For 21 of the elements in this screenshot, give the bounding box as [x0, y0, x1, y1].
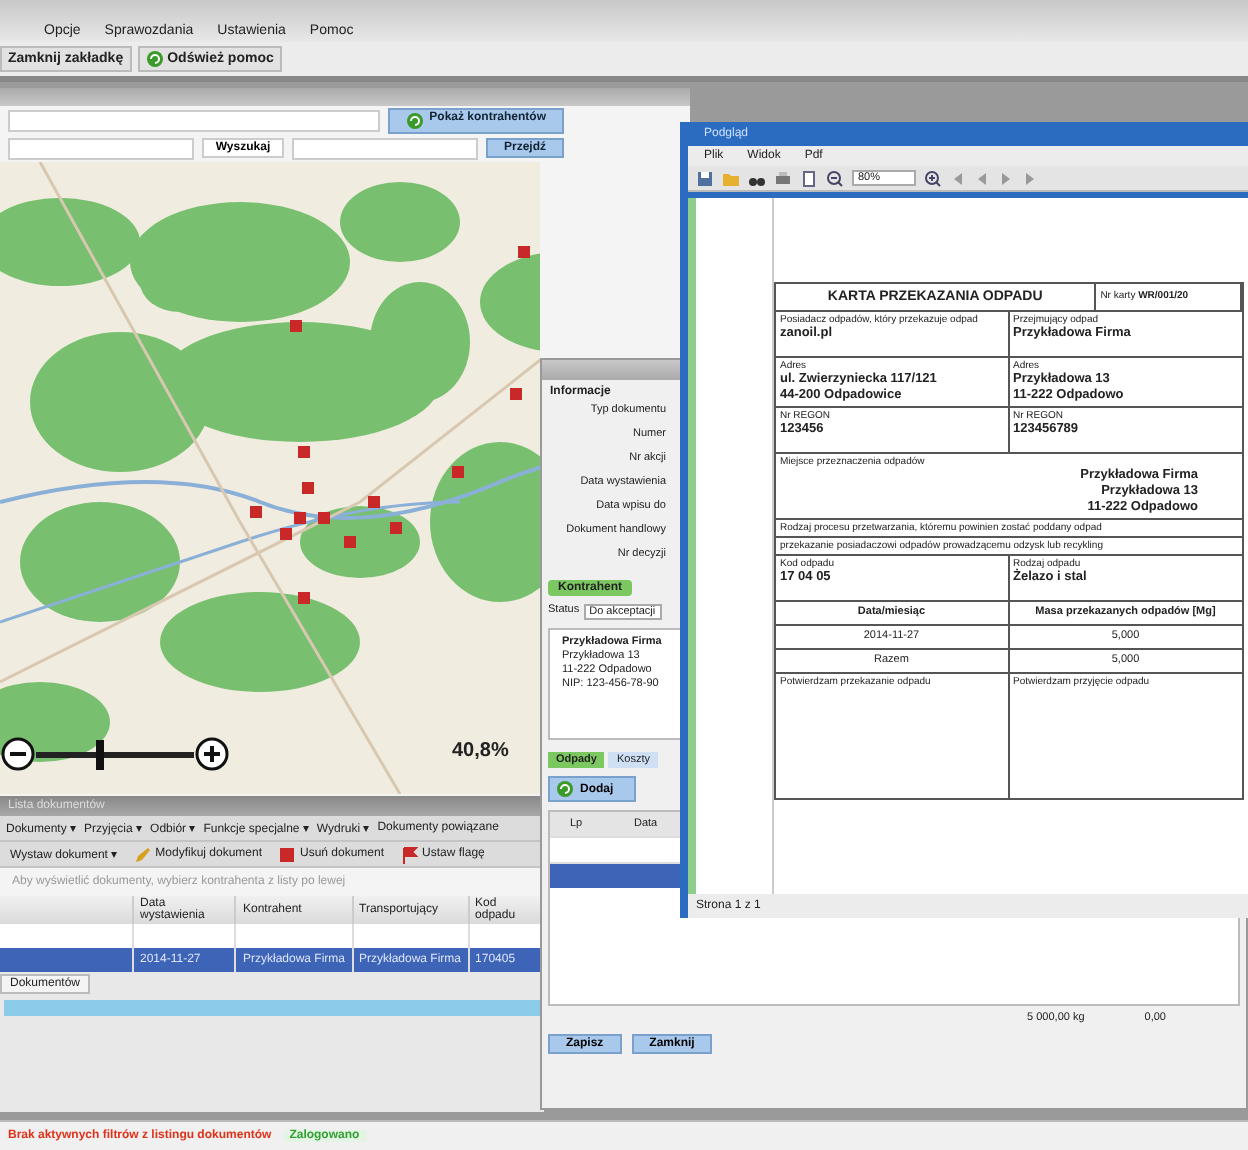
zoom-thumb[interactable]: [95, 739, 104, 769]
last-page-icon[interactable]: [1022, 169, 1038, 187]
delete-icon: [278, 845, 296, 863]
flag-icon: [400, 845, 419, 863]
dropdown-field[interactable]: [8, 109, 380, 131]
refresh-icon: [556, 780, 574, 798]
zoom-out-icon: [0, 736, 36, 772]
refresh-icon: [145, 50, 164, 68]
previous-page-icon[interactable]: [974, 169, 990, 187]
zoom-out-icon[interactable]: [826, 169, 844, 187]
map-scale-label: 40,8%: [452, 740, 509, 762]
address-field[interactable]: [8, 137, 194, 159]
refresh-icon: [405, 111, 424, 129]
save-icon[interactable]: [696, 169, 714, 187]
zoom-in-icon[interactable]: [924, 169, 942, 187]
zoom-in-icon: [194, 736, 230, 772]
page-icon[interactable]: [800, 169, 818, 187]
print-icon[interactable]: [774, 169, 792, 187]
first-page-icon[interactable]: [950, 169, 966, 187]
search-field[interactable]: [292, 137, 478, 159]
next-page-icon[interactable]: [998, 169, 1014, 187]
